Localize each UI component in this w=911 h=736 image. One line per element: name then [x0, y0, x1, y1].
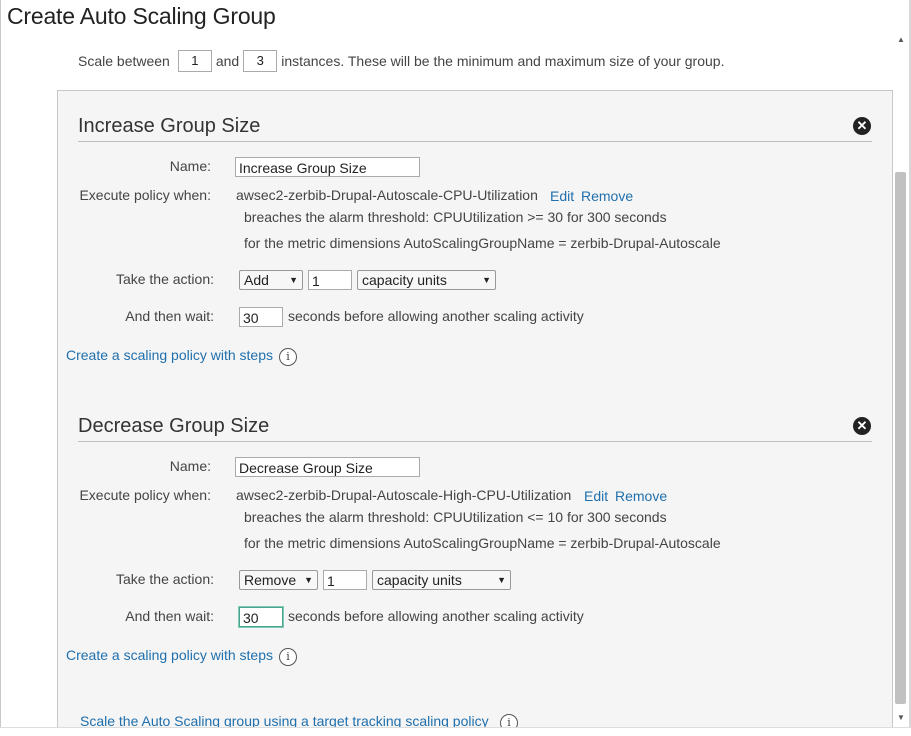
scale-range-row: Scale between 1 and 3 instances. These w…: [78, 50, 724, 72]
close-icon[interactable]: ✕: [853, 117, 871, 135]
info-icon[interactable]: i: [279, 648, 297, 666]
max-size-input[interactable]: 3: [243, 50, 278, 72]
decrease-execute-label: Execute policy when:: [79, 487, 211, 503]
scale-prefix: Scale between: [78, 53, 170, 69]
decrease-section-title: Decrease Group Size: [78, 415, 270, 437]
increase-remove-link[interactable]: Remove: [581, 188, 633, 204]
min-size-input[interactable]: 1: [177, 50, 212, 72]
decrease-units-value: capacity units: [377, 572, 462, 588]
decrease-breaches-text: breaches the alarm threshold: CPUUtiliza…: [244, 509, 667, 525]
decrease-wait-input[interactable]: 30: [239, 607, 283, 627]
increase-wait-label: And then wait:: [125, 308, 214, 324]
scroll-down-arrow-icon[interactable]: ▼: [895, 712, 907, 724]
increase-name-label: Name:: [169, 158, 211, 174]
increase-edit-link[interactable]: Edit: [550, 188, 574, 204]
increase-wait-suffix: seconds before allowing another scaling …: [288, 308, 584, 324]
decrease-amount-input[interactable]: 1: [323, 570, 367, 590]
close-icon[interactable]: ✕: [853, 417, 871, 435]
increase-execute-label: Execute policy when:: [79, 187, 211, 203]
increase-alarm-name: awsec2-zerbib-Drupal-Autoscale-CPU-Utili…: [236, 187, 538, 203]
decrease-name-label: Name:: [169, 458, 211, 474]
increase-action-value: Add: [244, 272, 269, 288]
increase-section-title: Increase Group Size: [78, 115, 261, 137]
increase-action-select[interactable]: Add ▼: [239, 270, 303, 290]
decrease-steps-link[interactable]: Create a scaling policy with steps: [66, 647, 273, 663]
increase-name-input[interactable]: Increase Group Size: [235, 157, 420, 177]
chevron-down-icon: ▼: [289, 275, 298, 285]
increase-breaches-text: breaches the alarm threshold: CPUUtiliza…: [244, 209, 667, 225]
decrease-wait-label: And then wait:: [125, 608, 214, 624]
increase-steps-link[interactable]: Create a scaling policy with steps: [66, 347, 273, 363]
scale-suffix: instances. These will be the minimum and…: [281, 53, 725, 69]
scroll-up-arrow-icon[interactable]: ▲: [895, 34, 907, 46]
increase-wait-input[interactable]: 30: [239, 307, 283, 327]
decrease-wait-suffix: seconds before allowing another scaling …: [288, 608, 584, 624]
window-border-left: [0, 0, 1, 735]
decrease-action-select[interactable]: Remove ▼: [239, 570, 318, 590]
decrease-remove-link[interactable]: Remove: [615, 488, 667, 504]
chevron-down-icon: ▼: [304, 575, 313, 585]
increase-section-divider: [78, 141, 872, 142]
increase-dimensions-text: for the metric dimensions AutoScalingGro…: [244, 235, 721, 251]
increase-amount-input[interactable]: 1: [308, 270, 352, 290]
decrease-units-select[interactable]: capacity units ▼: [372, 570, 511, 590]
decrease-action-label: Take the action:: [115, 571, 214, 587]
increase-action-label: Take the action:: [115, 271, 214, 287]
decrease-name-input[interactable]: Decrease Group Size: [235, 457, 420, 477]
decrease-section-divider: [78, 441, 872, 442]
decrease-action-value: Remove: [244, 572, 297, 588]
chevron-down-icon: ▼: [497, 575, 506, 585]
increase-units-value: capacity units: [362, 272, 447, 288]
info-icon[interactable]: i: [279, 348, 297, 366]
chevron-down-icon: ▼: [482, 275, 491, 285]
increase-units-select[interactable]: capacity units ▼: [357, 270, 496, 290]
page-title: Create Auto Scaling Group: [7, 3, 276, 29]
scrollbar-thumb[interactable]: [895, 172, 906, 704]
scale-and: and: [215, 53, 240, 69]
decrease-edit-link[interactable]: Edit: [584, 488, 608, 504]
decrease-dimensions-text: for the metric dimensions AutoScalingGro…: [244, 535, 721, 551]
decrease-alarm-name: awsec2-zerbib-Drupal-Autoscale-High-CPU-…: [236, 487, 572, 503]
